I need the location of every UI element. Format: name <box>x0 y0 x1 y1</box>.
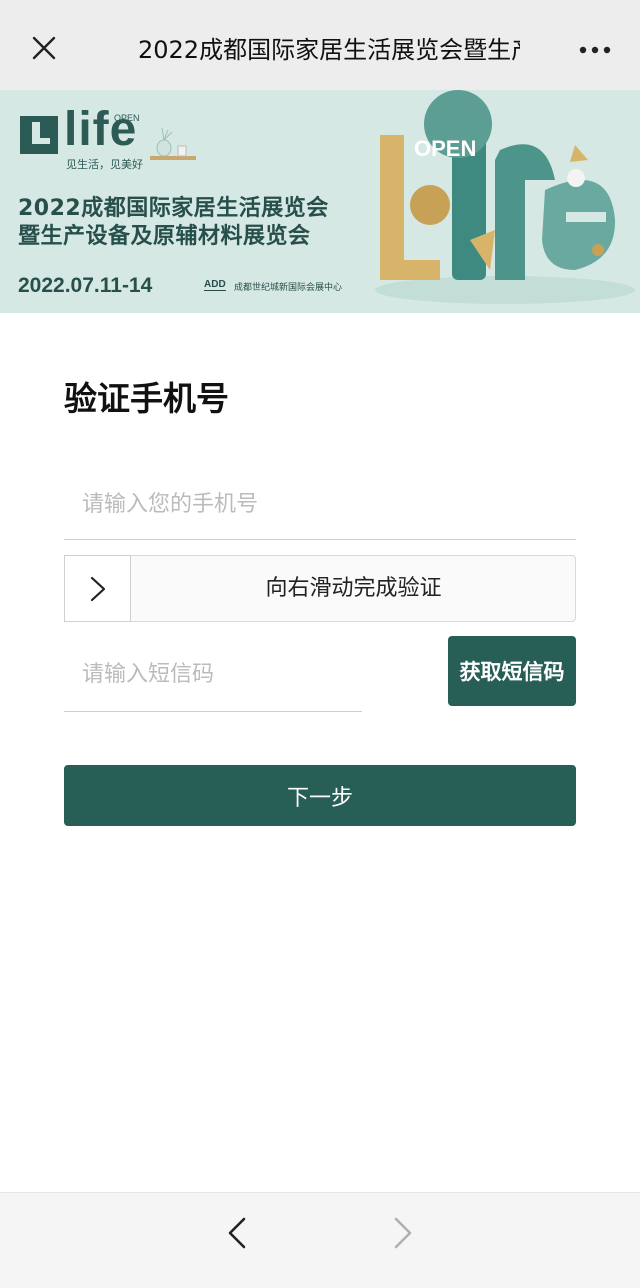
banner-artwork: OPEN <box>375 90 635 304</box>
address-label: ADD <box>204 279 226 291</box>
chevron-right-icon[interactable] <box>388 1213 418 1253</box>
vase-icon <box>150 127 196 162</box>
venue-text: 成都世纪城新国际会展中心 <box>234 283 343 293</box>
slide-verification[interactable]: 向右滑动完成验证 <box>64 555 576 622</box>
expo-banner: life OPEN 见生活，见美好 2022成都国际家居生活展览会 暨生产设备及… <box>0 90 640 313</box>
more-icon[interactable] <box>574 38 616 62</box>
window-title: 2022成都国际家居生活展览会暨生产设备及原辅材料展览会 <box>138 36 520 64</box>
phone-input[interactable] <box>64 470 576 540</box>
logo-text: life <box>64 103 138 156</box>
bottom-nav-bar <box>0 1192 640 1288</box>
page-title: 验证手机号 <box>64 379 229 418</box>
top-bar: 2022成都国际家居生活展览会暨生产设备及原辅材料展览会 <box>0 0 640 90</box>
next-step-button[interactable]: 下一步 <box>64 765 576 826</box>
banner-art-open-text: OPEN <box>414 136 476 161</box>
banner-headline-2: 暨生产设备及原辅材料展览会 <box>18 224 311 249</box>
logo-open-text: OPEN <box>114 113 140 123</box>
sms-code-input[interactable] <box>64 638 362 712</box>
slider-text: 向右滑动完成验证 <box>265 576 442 601</box>
slogan: 见生活，见美好 <box>66 158 143 171</box>
banner-date: 2022.07.11-14 <box>18 274 153 297</box>
slider-handle[interactable] <box>64 555 131 622</box>
chevron-left-icon[interactable] <box>222 1213 252 1253</box>
close-icon[interactable] <box>26 30 62 66</box>
chevron-right-icon <box>90 576 106 602</box>
get-sms-code-button[interactable]: 获取短信码 <box>448 636 576 706</box>
logo-mark-icon <box>20 116 58 154</box>
